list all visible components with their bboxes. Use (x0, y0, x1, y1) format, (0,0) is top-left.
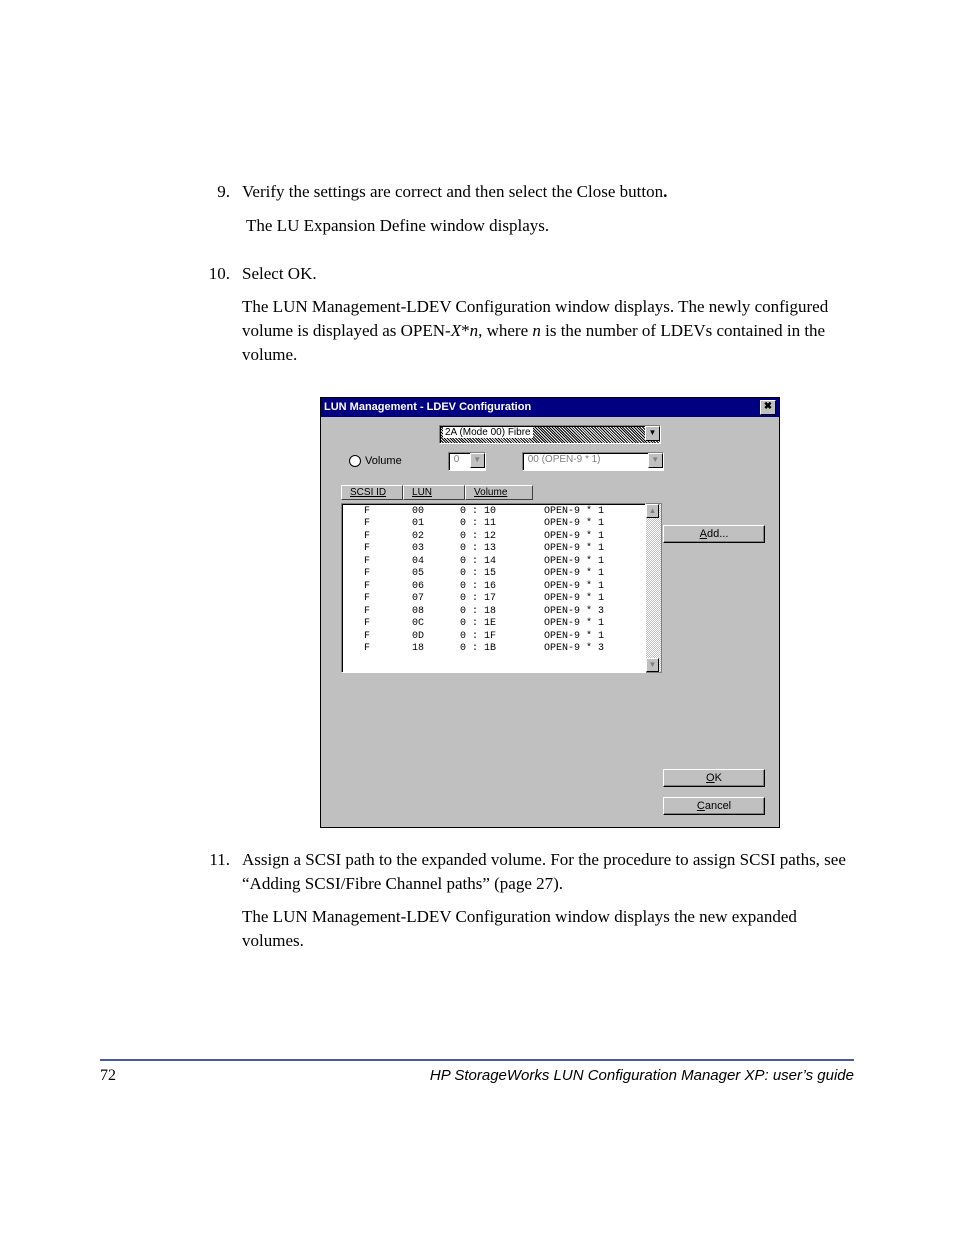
step-number: 11. (100, 848, 242, 963)
scroll-up-icon[interactable]: ▲ (646, 504, 659, 518)
col-volume[interactable]: Volume (465, 485, 533, 500)
chevron-down-icon[interactable]: ▼ (470, 453, 485, 468)
step-text: Verify the settings are correct and then… (242, 180, 854, 204)
dialog-title: LUN Management - LDEV Configuration (324, 401, 531, 413)
footer-title: HP StorageWorks LUN Configuration Manage… (430, 1067, 854, 1085)
dialog-titlebar[interactable]: LUN Management - LDEV Configuration ✖ (321, 398, 779, 417)
add-button[interactable]: Add... (663, 525, 765, 543)
step-text: Assign a SCSI path to the expanded volum… (242, 848, 854, 896)
step-number: 9. (100, 180, 242, 248)
step-number: 10. (100, 262, 242, 377)
step-text: Select OK. (242, 262, 854, 286)
col-lun[interactable]: LUN (403, 485, 465, 500)
step-text: The LUN Management-LDEV Configuration wi… (242, 295, 854, 366)
volume-num-select[interactable]: 0 ▼ (448, 452, 486, 471)
port-select-value: 2A (Mode 00) Fibre (443, 427, 533, 438)
volume-radio[interactable]: Volume (349, 455, 402, 467)
close-icon[interactable]: ✖ (760, 400, 776, 415)
ldev-config-dialog: LUN Management - LDEV Configuration ✖ 2A… (320, 397, 780, 828)
chevron-down-icon[interactable]: ▼ (645, 426, 660, 441)
step-text: The LUN Management-LDEV Configuration wi… (242, 905, 854, 953)
ldev-listbox[interactable]: F 00 0 : 10 OPEN-9 * 1 F 01 0 : 11 OPEN-… (341, 503, 646, 673)
volume-desc-select[interactable]: 00 (OPEN-9 * 1) ▼ (522, 452, 664, 471)
scroll-down-icon[interactable]: ▼ (646, 658, 659, 672)
ok-button[interactable]: OK (663, 769, 765, 787)
chevron-down-icon[interactable]: ▼ (648, 453, 663, 468)
col-scsi-id[interactable]: SCSI ID (341, 485, 403, 500)
page-number: 72 (100, 1067, 116, 1085)
cancel-button[interactable]: Cancel (663, 797, 765, 815)
step-text: The LU Expansion Define window displays. (242, 214, 854, 238)
port-select[interactable]: 2A (Mode 00) Fibre ▼ (439, 425, 661, 444)
scrollbar[interactable]: ▲ ▼ (646, 503, 662, 673)
